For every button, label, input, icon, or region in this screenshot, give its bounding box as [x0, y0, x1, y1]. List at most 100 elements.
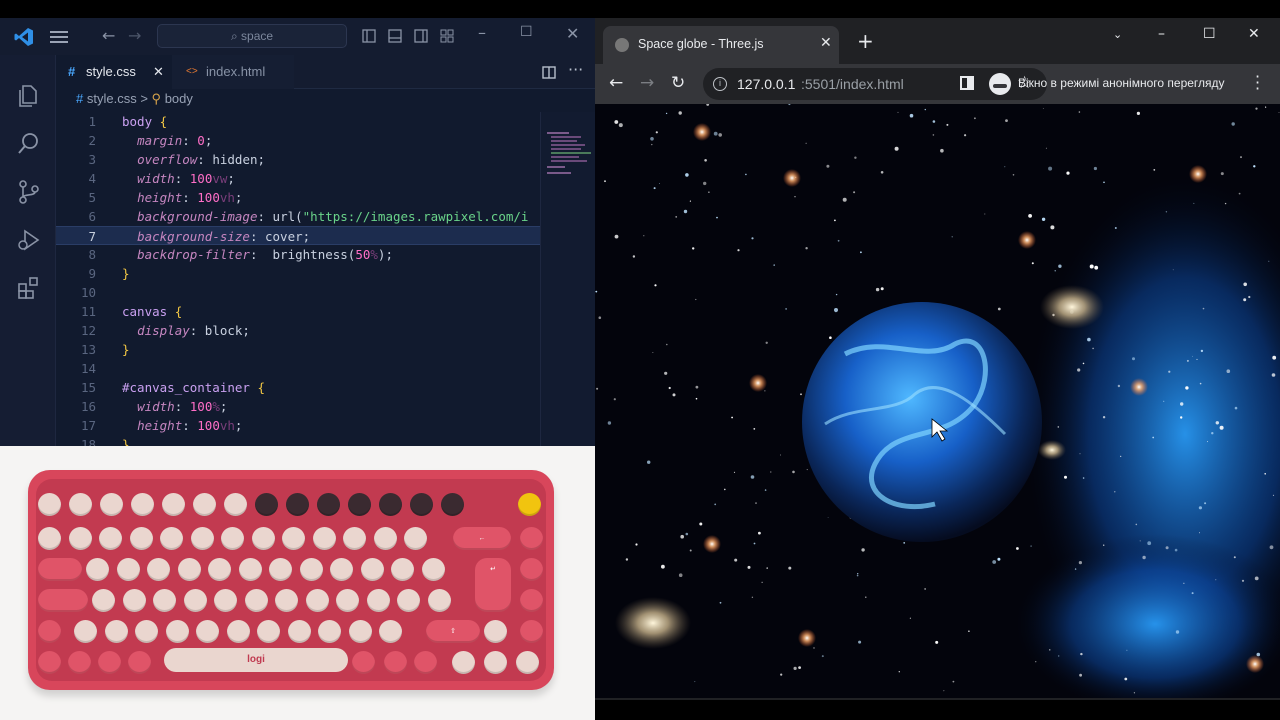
- forward-arrow-icon[interactable]: →: [128, 26, 141, 45]
- keycap-F1: [69, 493, 92, 516]
- star: [653, 187, 656, 190]
- code-line[interactable]: 14: [56, 359, 540, 378]
- code-line[interactable]: 18}: [56, 435, 540, 446]
- split-editor-icon[interactable]: [542, 66, 556, 79]
- close-icon[interactable]: ✕: [566, 24, 579, 43]
- back-arrow-icon[interactable]: ←: [609, 73, 623, 93]
- extensions-icon[interactable]: [16, 275, 42, 301]
- star: [753, 542, 756, 545]
- close-icon[interactable]: ✕: [153, 55, 164, 89]
- star: [685, 532, 689, 536]
- galaxy: [615, 597, 691, 649]
- code-text: display: block;: [137, 323, 250, 338]
- star: [1139, 540, 1141, 542]
- code-line[interactable]: 6 background-image: url("https://images.…: [56, 207, 540, 226]
- code-line[interactable]: 15 #canvas_container {: [56, 378, 540, 397]
- vscode-logo-icon[interactable]: [14, 27, 34, 47]
- incognito-icon[interactable]: [989, 73, 1011, 95]
- reload-icon[interactable]: ↻: [671, 73, 685, 93]
- more-menu-icon[interactable]: · · ·: [1255, 69, 1260, 97]
- star: [1089, 264, 1094, 269]
- code-line[interactable]: 17 height: 100vh;: [56, 416, 540, 435]
- keycap: [38, 527, 61, 550]
- code-line[interactable]: 7 background-size: cover;: [56, 226, 540, 245]
- star: [1196, 358, 1198, 360]
- space-scene[interactable]: [595, 104, 1280, 698]
- keycap-macro: [520, 527, 543, 550]
- keycap-enter: ↵: [475, 558, 511, 612]
- star: [785, 308, 787, 310]
- star: [1103, 544, 1105, 546]
- keycap: [379, 620, 402, 643]
- star: [635, 543, 638, 546]
- star: [1241, 579, 1245, 582]
- run-debug-icon[interactable]: [16, 227, 42, 253]
- star: [668, 386, 671, 390]
- tab-search-icon[interactable]: ⌄: [1113, 28, 1122, 41]
- code-editor[interactable]: 1 body {2 margin: 0; 3 overflow: hidden; 4 …: [56, 112, 540, 446]
- keyboard-spacebar: logi: [164, 648, 348, 672]
- line-number: 10: [80, 285, 96, 300]
- star: [1255, 107, 1258, 110]
- maximize-icon[interactable]: ☐: [1203, 26, 1216, 42]
- close-tab-icon[interactable]: ✕: [820, 35, 832, 51]
- star: [1168, 370, 1171, 373]
- site-info-icon[interactable]: i: [713, 77, 727, 91]
- search-icon[interactable]: [16, 130, 42, 156]
- star: [1215, 579, 1217, 581]
- star: [764, 489, 767, 491]
- command-center-search[interactable]: ⌕ space: [157, 24, 347, 48]
- keycap: [104, 620, 128, 643]
- side-panel-icon[interactable]: [960, 76, 974, 90]
- star: [1226, 369, 1231, 374]
- code-line[interactable]: 8 backdrop-filter: brightness(50%);: [56, 245, 540, 264]
- more-actions-icon[interactable]: ···: [568, 60, 583, 79]
- keycap: [299, 558, 323, 581]
- breadcrumb-file[interactable]: style.css: [87, 91, 137, 106]
- webpage-viewport[interactable]: [595, 104, 1280, 698]
- source-control-icon[interactable]: [16, 179, 42, 205]
- new-tab-icon[interactable]: +: [857, 31, 874, 51]
- code-line[interactable]: 5 height: 100vh;: [56, 188, 540, 207]
- code-line[interactable]: 2 margin: 0;: [56, 131, 540, 150]
- toggle-panel-icon[interactable]: [388, 29, 402, 43]
- star: [1199, 382, 1202, 385]
- tab-index-html[interactable]: <> index.html: [172, 55, 294, 89]
- code-line[interactable]: 11 canvas {: [56, 302, 540, 321]
- star: [1202, 307, 1205, 310]
- maximize-icon[interactable]: ☐: [520, 24, 533, 40]
- back-arrow-icon[interactable]: ←: [102, 26, 115, 45]
- menu-icon[interactable]: [50, 28, 68, 44]
- star: [689, 549, 692, 552]
- code-line[interactable]: 16 width: 100%;: [56, 397, 540, 416]
- breadcrumb-symbol[interactable]: body: [165, 91, 193, 106]
- toggle-sidebar-icon[interactable]: [362, 29, 376, 43]
- minimize-icon[interactable]: –: [478, 23, 486, 42]
- star: [780, 673, 783, 676]
- explorer-icon[interactable]: [16, 83, 42, 109]
- keycap: [366, 589, 390, 612]
- code-line[interactable]: 3 overflow: hidden;: [56, 150, 540, 169]
- star: [1233, 556, 1236, 559]
- star: [751, 596, 754, 598]
- close-window-icon[interactable]: ✕: [1248, 26, 1260, 42]
- code-line[interactable]: 4 width: 100vw;: [56, 169, 540, 188]
- code-line[interactable]: 10: [56, 283, 540, 302]
- code-line[interactable]: 12 display: block;: [56, 321, 540, 340]
- code-line[interactable]: 9}: [56, 264, 540, 283]
- toggle-secondary-sidebar-icon[interactable]: [414, 29, 428, 43]
- code-line[interactable]: 13}: [56, 340, 540, 359]
- keycap: [196, 620, 219, 643]
- star: [719, 601, 722, 604]
- url-path: :5501/index.html: [801, 76, 904, 92]
- minimap[interactable]: [540, 112, 595, 446]
- code-line[interactable]: 1 body {: [56, 112, 540, 131]
- star: [997, 307, 1001, 311]
- browser-tab[interactable]: Space globe - Three.js ✕: [603, 26, 839, 64]
- tab-style-css[interactable]: # style.css ✕: [56, 55, 172, 89]
- keycap: [269, 558, 292, 581]
- star: [750, 475, 755, 479]
- customize-layout-icon[interactable]: [440, 29, 454, 43]
- forward-arrow-icon[interactable]: →: [640, 73, 654, 93]
- minimize-icon[interactable]: –: [1158, 26, 1165, 42]
